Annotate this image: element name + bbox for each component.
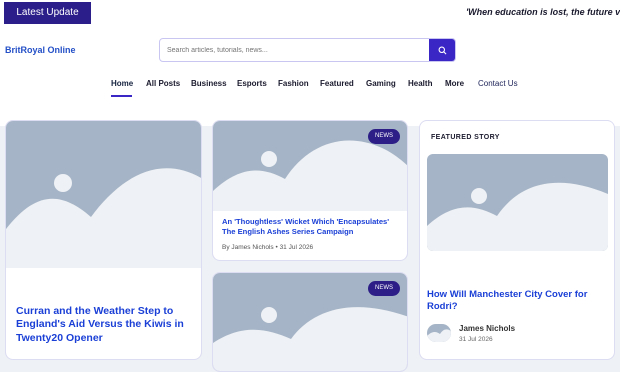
article-meta: By James Nichols • 31 Jul 2026 [222, 244, 313, 251]
nav-esports[interactable]: Esports [237, 79, 267, 88]
featured-date: 31 Jul 2026 [459, 336, 493, 343]
site-header: BritRoyal Online Home All Posts Business… [0, 26, 620, 126]
featured-story-panel: How Will Manchester City Cover for Rodri… [419, 120, 615, 360]
nav-featured[interactable]: Featured [320, 79, 354, 88]
nav-all-posts[interactable]: All Posts [146, 79, 180, 88]
image-placeholder-icon [6, 168, 201, 268]
nav-home[interactable]: Home [111, 79, 133, 88]
top-bar: Latest Update 'When education is lost, t… [0, 0, 620, 26]
article-title[interactable]: An 'Thoughtless' Wicket Which 'Encapsula… [222, 217, 404, 236]
featured-story-label: FEATURED STORY [431, 134, 500, 141]
main-nav: Home All Posts Business Esports Fashion … [0, 79, 620, 99]
category-badge[interactable]: NEWS [368, 281, 400, 296]
nav-active-underline [111, 95, 132, 97]
nav-fashion[interactable]: Fashion [278, 79, 309, 88]
featured-title[interactable]: How Will Manchester City Cover for Rodri… [427, 289, 607, 313]
site-brand[interactable]: BritRoyal Online [5, 45, 76, 55]
featured-image-placeholder[interactable] [427, 154, 608, 251]
search-input[interactable] [167, 43, 427, 57]
article-author[interactable]: By James Nichols [222, 244, 274, 251]
nav-business[interactable]: Business [191, 79, 227, 88]
latest-update-label: Latest Update [4, 2, 91, 24]
article-title[interactable]: Curran and the Weather Step to England's… [16, 305, 196, 345]
nav-gaming[interactable]: Gaming [366, 79, 396, 88]
author-avatar [427, 324, 451, 342]
avatar-placeholder-icon [427, 329, 451, 342]
article-card[interactable]: NEWS [212, 272, 408, 372]
article-image-placeholder [6, 121, 201, 268]
search-button[interactable] [429, 39, 455, 61]
article-card[interactable]: NEWS An 'Thoughtless' Wicket Which 'Enca… [212, 120, 408, 261]
featured-author[interactable]: James Nichols [459, 324, 515, 333]
news-ticker[interactable]: 'When education is lost, the future vani… [466, 7, 620, 17]
article-card-large[interactable]: Curran and the Weather Step to England's… [5, 120, 202, 360]
nav-contact-us[interactable]: Contact Us [478, 79, 518, 88]
category-badge[interactable]: NEWS [368, 129, 400, 144]
image-placeholder-icon [427, 182, 608, 251]
nav-health[interactable]: Health [408, 79, 432, 88]
search-icon [438, 46, 446, 54]
nav-more[interactable]: More [445, 79, 464, 88]
article-date: 31 Jul 2026 [279, 244, 314, 251]
search-box [159, 38, 456, 62]
